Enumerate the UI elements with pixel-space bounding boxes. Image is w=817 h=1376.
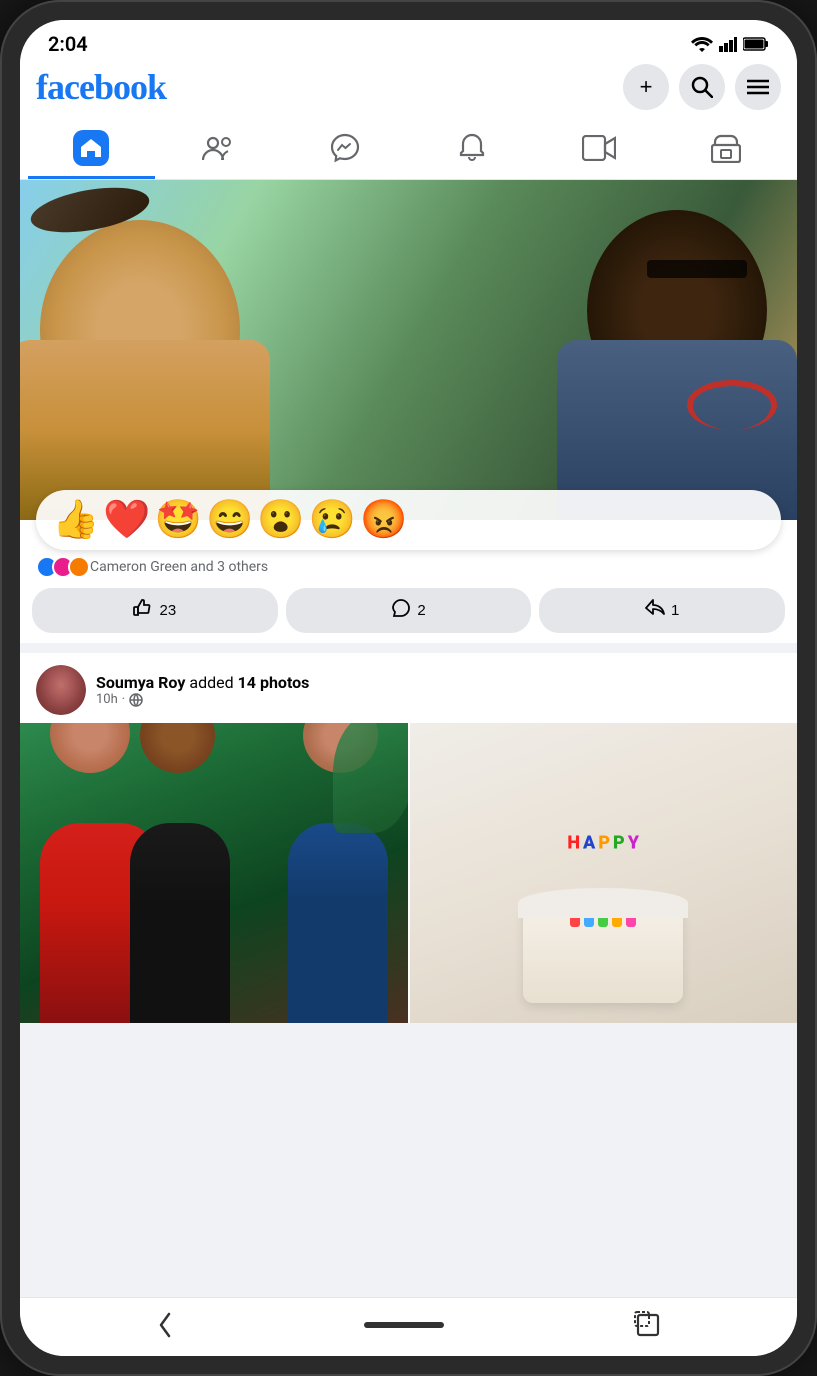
group-photo: [20, 723, 408, 1023]
add-icon: +: [640, 74, 653, 100]
search-icon: [691, 76, 713, 98]
phone-shell: 2:04: [0, 0, 817, 1376]
selfie-image: [20, 180, 797, 520]
tab-messenger[interactable]: [282, 120, 409, 179]
post-meta-2: Soumya Roy added 14 photos 10h ·: [96, 673, 781, 707]
cake-frosting: [518, 888, 688, 918]
tab-home[interactable]: [28, 120, 155, 179]
comment-icon: [391, 598, 411, 623]
marketplace-icon: [711, 133, 741, 163]
liked-by-text: Cameron Green and 3 others: [90, 559, 268, 575]
comment-count: 2: [417, 602, 425, 619]
reaction-wow[interactable]: 😮: [257, 498, 304, 542]
photo-grid: H A P P Y: [20, 723, 797, 1023]
post-card-1: 👍 ❤️ 🤩 😄 😮 😢 😡 Cameron Green and 3: [20, 180, 797, 643]
battery-icon: [743, 37, 769, 51]
post-image-1[interactable]: [20, 180, 797, 520]
like-button[interactable]: 23: [32, 588, 278, 633]
back-icon: [155, 1310, 175, 1340]
tab-video[interactable]: [535, 120, 662, 179]
tab-friends[interactable]: [155, 120, 282, 179]
reaction-sad[interactable]: 😢: [309, 498, 356, 542]
post-action-text: added: [189, 673, 237, 692]
group-face-1: [50, 723, 130, 773]
post-actions-1: 23 2: [20, 582, 797, 643]
signal-icon: [719, 36, 737, 52]
phone-screen: 2:04: [20, 20, 797, 1356]
photo-cell-2[interactable]: H A P P Y: [410, 723, 798, 1023]
feed: 👍 ❤️ 🤩 😄 😮 😢 😡 Cameron Green and 3: [20, 180, 797, 1297]
share-button[interactable]: 1: [539, 588, 785, 633]
tab-notifications[interactable]: [408, 120, 535, 179]
status-time: 2:04: [48, 32, 88, 56]
notification-icon: [458, 133, 486, 163]
nav-tabs: [20, 120, 797, 180]
hamburger-icon: [747, 79, 769, 95]
header-actions: +: [623, 64, 781, 110]
liked-avatar-3: [68, 556, 90, 578]
reactions-strip: 👍 ❤️ 🤩 😄 😮 😢 😡: [36, 490, 781, 550]
letter-h: H: [567, 833, 580, 854]
status-icons: [691, 36, 769, 52]
time-text: 10h: [96, 692, 118, 707]
group-person-3: [288, 823, 388, 1023]
headphones-right: [687, 380, 777, 430]
back-button[interactable]: [155, 1310, 175, 1340]
friends-icon: [202, 134, 234, 162]
post-author-text: Soumya Roy added 14 photos: [96, 673, 781, 692]
share-count: 1: [671, 602, 679, 619]
wifi-icon: [691, 36, 713, 52]
add-button[interactable]: +: [623, 64, 669, 110]
home-icon: [80, 138, 102, 158]
menu-button[interactable]: [735, 64, 781, 110]
letter-a: A: [583, 833, 595, 854]
facebook-logo: facebook: [36, 66, 166, 108]
reaction-like[interactable]: 👍: [52, 498, 99, 542]
reaction-haha[interactable]: 😄: [206, 498, 253, 542]
rotate-icon: [634, 1311, 662, 1339]
video-icon: [582, 135, 616, 161]
birthday-letters: H A P P Y: [567, 833, 639, 854]
home-icon-wrapper: [73, 130, 109, 166]
birthday-cake-photo: H A P P Y: [410, 723, 798, 1023]
letter-p: P: [598, 833, 610, 854]
time-separator: ·: [122, 692, 125, 707]
globe-icon: [129, 693, 143, 707]
tab-marketplace[interactable]: [662, 120, 789, 179]
post-card-2: Soumya Roy added 14 photos 10h ·: [20, 653, 797, 1023]
glasses-right: [647, 260, 747, 278]
home-indicator[interactable]: [364, 1322, 444, 1328]
cake-base: [523, 903, 683, 1003]
share-icon: [645, 598, 665, 623]
comment-button[interactable]: 2: [286, 588, 532, 633]
photo-cell-1[interactable]: [20, 723, 408, 1023]
letter-y: Y: [628, 833, 639, 854]
liked-by: Cameron Green and 3 others: [20, 550, 797, 582]
post-author-avatar[interactable]: [36, 665, 86, 715]
reaction-care[interactable]: 🤩: [155, 498, 202, 542]
author-name: Soumya Roy: [96, 673, 185, 692]
post-header-2: Soumya Roy added 14 photos 10h ·: [20, 653, 797, 723]
messenger-icon: [330, 133, 360, 163]
post-time: 10h ·: [96, 692, 781, 707]
like-count: 23: [159, 602, 176, 619]
letter-p2: P: [613, 833, 625, 854]
rotate-button[interactable]: [634, 1311, 662, 1339]
leaf-1: [333, 723, 408, 833]
reaction-angry[interactable]: 😡: [360, 498, 407, 542]
group-person-2: [130, 823, 230, 1023]
like-icon: [133, 598, 153, 623]
group-face-2: [140, 723, 215, 773]
search-button[interactable]: [679, 64, 725, 110]
status-bar: 2:04: [20, 20, 797, 64]
app-header: facebook +: [20, 64, 797, 120]
reaction-love[interactable]: ❤️: [103, 498, 150, 542]
post-action-detail: 14 photos: [238, 673, 310, 692]
liked-avatars: [36, 556, 84, 578]
bottom-nav: [20, 1297, 797, 1356]
